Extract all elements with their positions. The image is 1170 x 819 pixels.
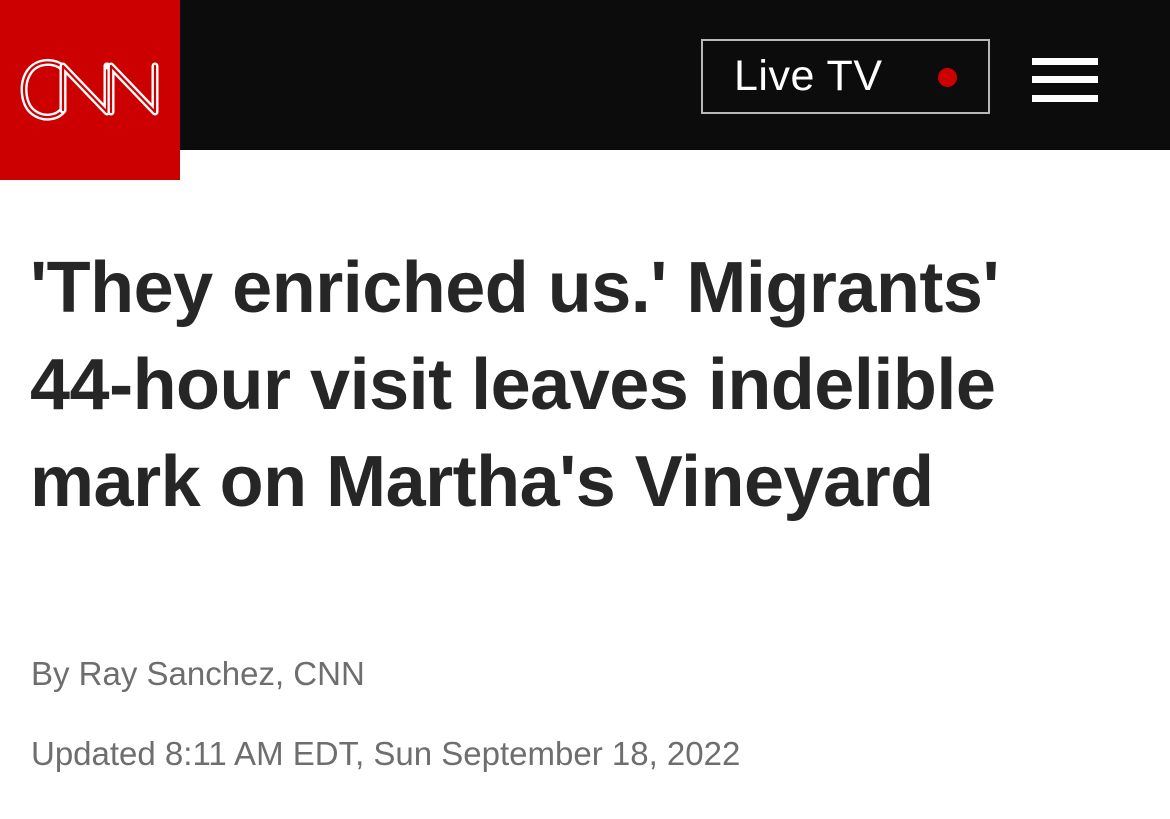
live-tv-label: Live TV	[734, 52, 883, 100]
article-byline: By Ray Sanchez, CNN	[31, 655, 365, 692]
cnn-logo-icon	[20, 59, 159, 121]
article-headline: 'They enriched us.' Migrants' 44-hour vi…	[30, 248, 1000, 522]
article-updated-timestamp: Updated 8:11 AM EDT, Sun September 18, 2…	[31, 735, 741, 772]
live-indicator-dot-icon	[938, 68, 957, 87]
live-tv-button[interactable]: Live TV	[701, 39, 990, 114]
cnn-logo[interactable]	[0, 0, 180, 180]
hamburger-menu-icon[interactable]	[1032, 58, 1098, 102]
top-navigation-bar: Live TV	[0, 0, 1170, 180]
menu-line	[1032, 95, 1098, 102]
menu-line	[1032, 58, 1098, 65]
menu-line	[1032, 76, 1098, 83]
